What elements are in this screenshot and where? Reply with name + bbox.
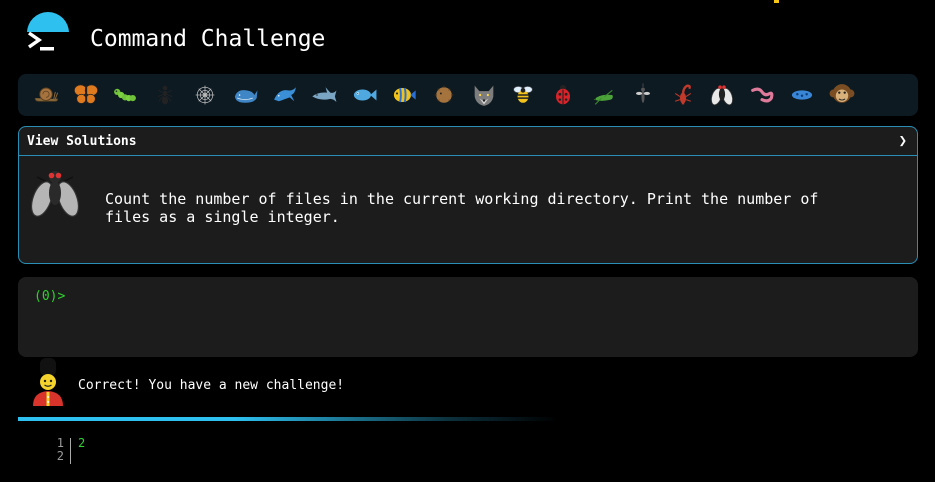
wolf-icon (474, 85, 493, 106)
challenge-description: Count the number of files in the current… (105, 190, 819, 226)
animal-item[interactable] (782, 74, 822, 116)
caterpillar-icon (114, 88, 137, 102)
mosquito-icon (635, 83, 650, 103)
animal-item[interactable] (623, 74, 663, 116)
animal-item[interactable] (384, 74, 424, 116)
animal-item[interactable] (344, 74, 384, 116)
animal-item[interactable] (305, 74, 345, 116)
fly-icon (30, 171, 80, 217)
monkey-icon (829, 84, 855, 103)
fish-icon (354, 89, 377, 101)
status-message: Correct! You have a new challenge! (78, 378, 345, 393)
command-input[interactable] (70, 285, 900, 307)
animal-item[interactable] (583, 74, 623, 116)
gutter-divider (70, 438, 71, 464)
animal-item[interactable] (703, 74, 743, 116)
progress-bar (18, 417, 558, 421)
header-accent-arc (27, 12, 69, 32)
animal-item[interactable] (265, 74, 305, 116)
snail-icon (34, 87, 58, 102)
tropical-fish-icon (393, 87, 416, 103)
animal-item[interactable] (543, 74, 583, 116)
dolphin-icon (273, 87, 296, 102)
microbe-icon (791, 90, 813, 100)
corner-marker (774, 0, 779, 3)
output-line: 2 (78, 436, 86, 450)
ladybug-icon (556, 84, 571, 105)
fly-icon (711, 85, 734, 106)
animal-item[interactable] (145, 74, 185, 116)
animal-item[interactable] (822, 74, 862, 116)
butterfly-icon (73, 84, 98, 104)
prompt-label: (0)> (34, 289, 66, 304)
animal-item[interactable] (106, 74, 146, 116)
cricket-icon (593, 89, 613, 105)
view-solutions-label: View Solutions (27, 133, 137, 149)
output-lines: 2 (78, 437, 278, 463)
animal-item[interactable] (225, 74, 265, 116)
animal-item[interactable] (663, 74, 703, 116)
blowfish-icon (434, 85, 454, 103)
animal-item[interactable] (26, 74, 66, 116)
page-title: Command Challenge (90, 26, 326, 52)
animal-item[interactable] (185, 74, 225, 116)
ant-icon (158, 85, 173, 105)
challenge-animal-bar (18, 74, 918, 116)
worm-icon (751, 87, 774, 103)
animal-item[interactable] (66, 74, 106, 116)
guard-mascot-icon (33, 358, 63, 406)
view-solutions-toggle[interactable]: View Solutions ❯ (19, 127, 917, 156)
terminal-logo-icon (27, 31, 54, 51)
animal-item[interactable] (464, 74, 504, 116)
whale-icon (234, 90, 258, 103)
shark-icon (312, 87, 337, 102)
scorpion-icon (674, 84, 691, 105)
line-number: 2 (56, 449, 64, 463)
animal-item[interactable] (424, 74, 464, 116)
chevron-right-icon: ❯ (898, 133, 907, 149)
animal-item[interactable] (742, 74, 782, 116)
bee-icon (513, 86, 534, 103)
animal-item[interactable] (504, 74, 544, 116)
terminal-panel[interactable]: (0)> (18, 277, 918, 357)
spider-web-icon (195, 85, 215, 105)
challenge-panel: View Solutions ❯ Count the number of fil… (18, 126, 918, 264)
line-number-gutter: 1 2 (48, 437, 64, 463)
